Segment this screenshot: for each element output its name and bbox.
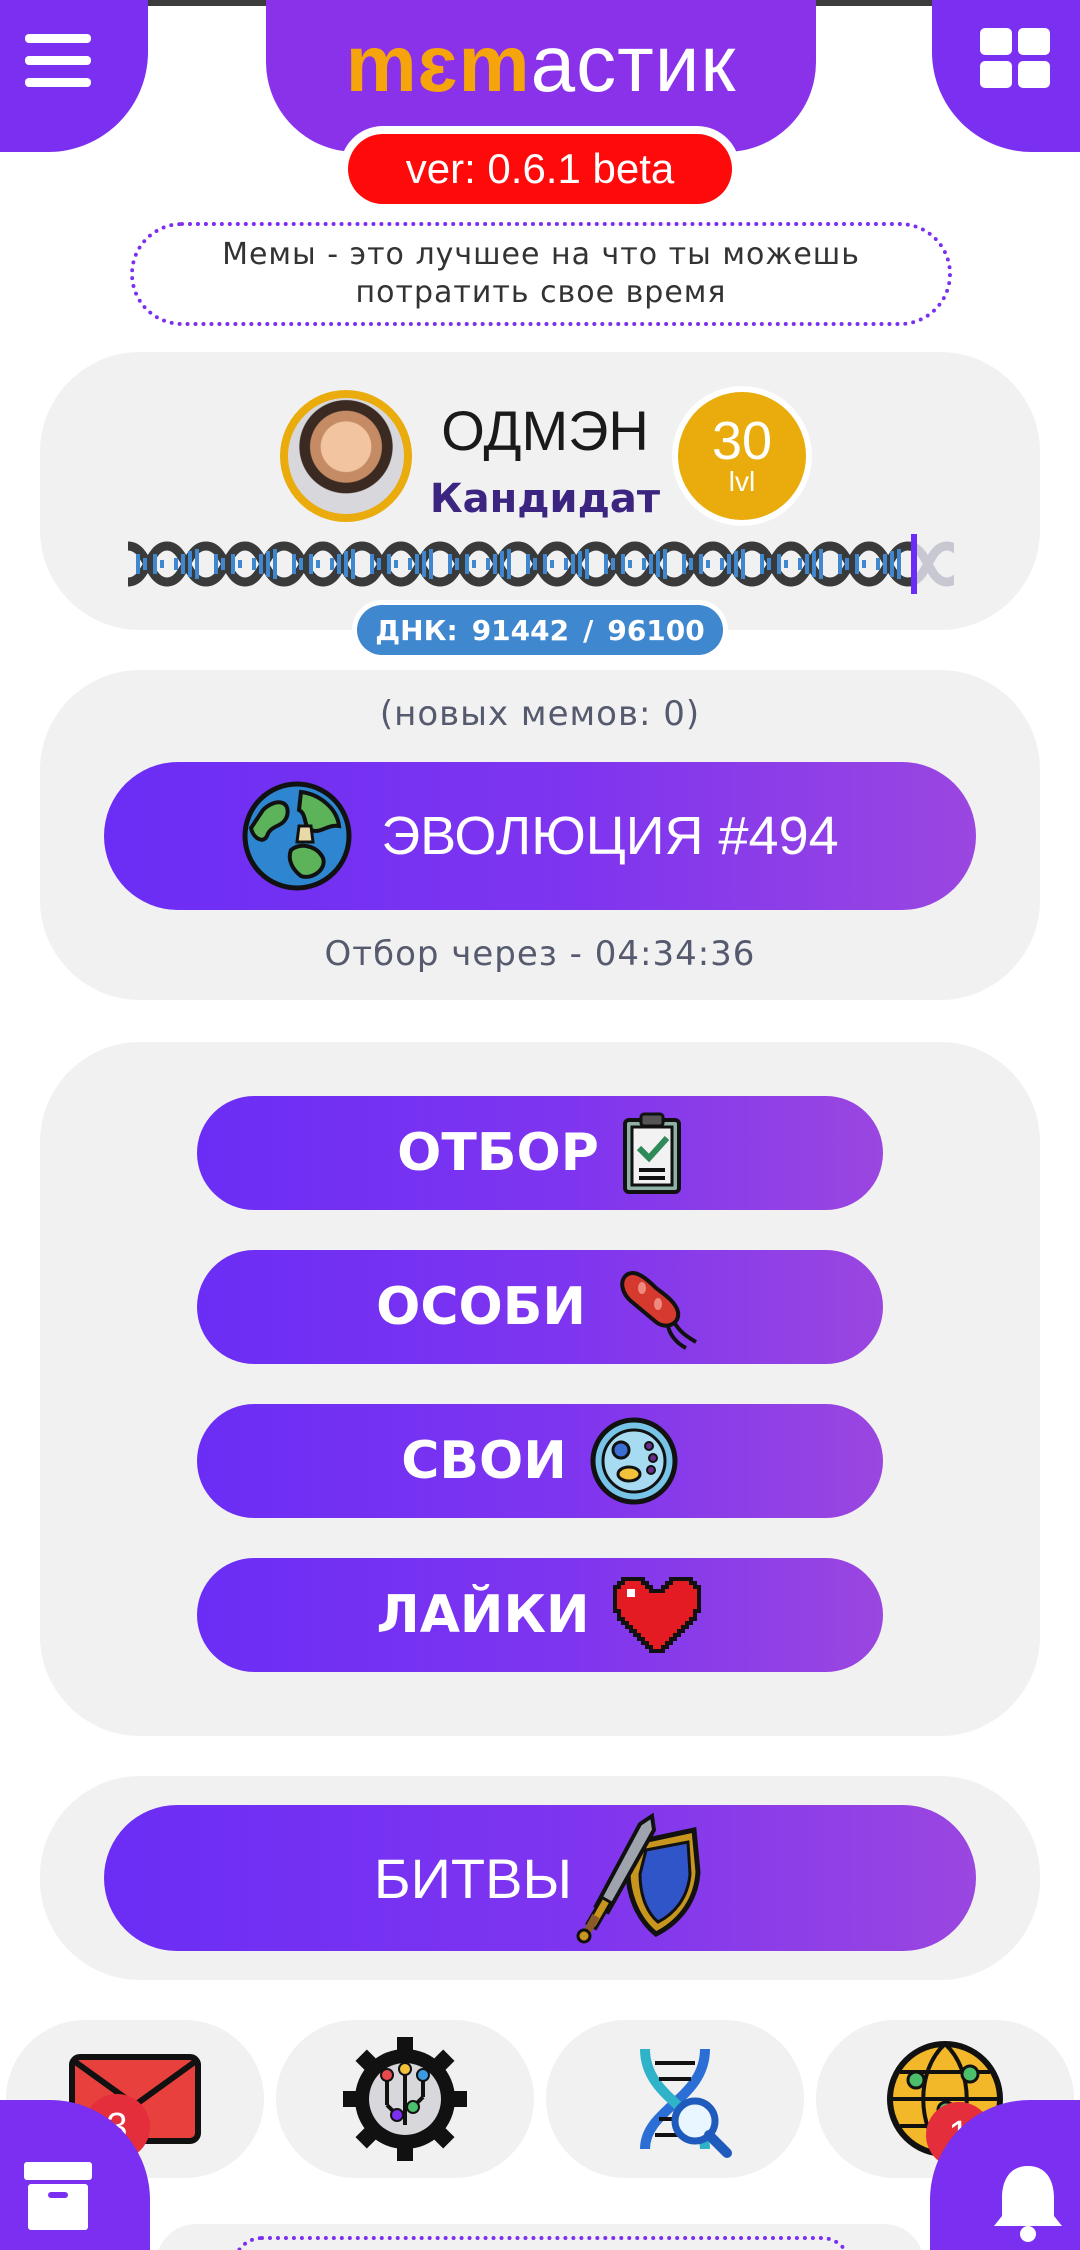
selection-button[interactable]: ОТБОР: [197, 1096, 883, 1210]
apps-grid-button[interactable]: [976, 24, 1054, 92]
hamburger-menu-button[interactable]: [20, 30, 96, 92]
selection-label: ОТБОР: [397, 1123, 599, 1183]
battles-label: БИТВЫ: [373, 1846, 573, 1910]
nav-dna-search[interactable]: [546, 2020, 804, 2178]
selection-countdown: Отбор через - 04:34:36: [324, 934, 756, 974]
likes-label: ЛАЙКИ: [376, 1585, 590, 1645]
petri-dish-icon: [590, 1417, 678, 1505]
user-rank: Кандидат: [429, 476, 661, 522]
avatar[interactable]: [280, 390, 412, 522]
slogan: Мемы - это лучшее на что ты можешь потра…: [130, 222, 952, 326]
logo-white-part: астик: [530, 19, 737, 108]
level-badge: 30 lvl: [672, 386, 812, 526]
likes-button[interactable]: ЛАЙКИ: [197, 1558, 883, 1672]
level-unit: lvl: [728, 466, 756, 497]
version-badge: ver: 0.6.1 beta: [340, 126, 740, 212]
bacterium-icon: [620, 1271, 697, 1350]
sword-shield-icon: [576, 1812, 701, 1944]
heart-icon: [613, 1577, 702, 1653]
own-button[interactable]: СВОИ: [197, 1404, 883, 1518]
logo-orange-part: mɛm: [345, 19, 531, 108]
dna-counter: ДНК: 91442 / 96100: [352, 600, 728, 660]
own-label: СВОИ: [401, 1431, 567, 1491]
archive-box-icon: [24, 2162, 92, 2230]
clipboard-check-icon: [622, 1112, 681, 1194]
grid-icon: [980, 28, 1050, 88]
dna-max: 96100: [607, 613, 705, 647]
bottom-panel-edge: [156, 2224, 924, 2250]
new-memes-count: (новых мемов: 0): [379, 694, 701, 734]
dna-separator: /: [583, 613, 594, 647]
archive-button[interactable]: [20, 2158, 96, 2232]
dna-current: 91442: [471, 613, 570, 647]
app-logo: mɛmастик: [266, 18, 816, 110]
individuals-label: ОСОБИ: [376, 1277, 586, 1337]
bell-icon: [994, 2166, 1062, 2242]
version-text: ver: 0.6.1 beta: [348, 134, 732, 204]
gear-circuit-icon: [343, 2037, 467, 2161]
evolution-button[interactable]: ЭВОЛЮЦИЯ #494: [104, 762, 976, 910]
dna-search-icon: [640, 2048, 732, 2158]
avatar-photo: [288, 398, 404, 514]
nav-settings[interactable]: [276, 2020, 534, 2178]
username: ОДМЭН: [441, 399, 649, 462]
earth-icon: [242, 781, 352, 891]
hamburger-icon: [25, 34, 91, 87]
notifications-button[interactable]: [988, 2160, 1068, 2242]
evolution-label: ЭВОЛЮЦИЯ #494: [381, 806, 839, 866]
dna-progress-bar: [128, 534, 954, 594]
level-number: 30: [711, 411, 773, 471]
battles-button[interactable]: БИТВЫ: [104, 1805, 976, 1951]
dna-label: ДНК:: [375, 613, 458, 647]
bottom-dotted-frame: [232, 2236, 852, 2250]
individuals-button[interactable]: ОСОБИ: [197, 1250, 883, 1364]
